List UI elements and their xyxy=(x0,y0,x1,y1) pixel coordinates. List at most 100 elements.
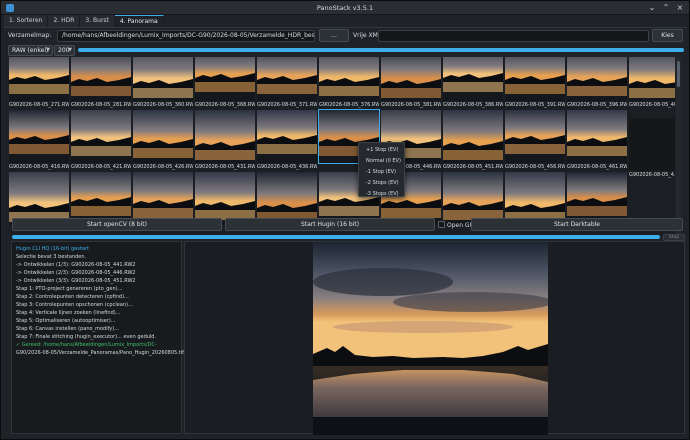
maximize-icon[interactable]: ⌃ xyxy=(661,3,671,13)
thumbnail-image xyxy=(567,110,627,163)
choose-button[interactable]: Kies xyxy=(652,29,683,42)
thumbnail-item[interactable]: G902026-08-05_431.RW2 xyxy=(195,110,255,172)
xmp-field[interactable] xyxy=(378,30,649,42)
log-line: Stap 7: Finale stitching (hugin_executor… xyxy=(16,334,157,340)
thumbnail-item[interactable]: G902026-08-05_271.RW2 xyxy=(9,57,69,110)
thumbnail-caption: G902026-08-05_461.RW2 xyxy=(567,164,627,170)
thumb-size-select[interactable]: 200 ▼ xyxy=(54,45,75,56)
thumbnail-image xyxy=(505,110,565,163)
thumbnail-item[interactable]: G902026-08-05_360.RW2 xyxy=(133,57,193,110)
tab-hdr[interactable]: 2. HDR xyxy=(48,15,81,27)
thumbnail-caption: G902026-08-05_456.RW2 xyxy=(505,164,565,170)
thumbnail-caption: G902026-08-05_401... xyxy=(629,102,675,108)
start-hugin-button[interactable]: Start Hugin (16 bit) xyxy=(225,218,435,231)
thumbnail-item[interactable]: G902026-08-05_421.RW2 xyxy=(71,110,131,172)
thumbnail-caption: G902026-08-05_360.RW2 xyxy=(133,102,193,108)
thumbnail-image xyxy=(257,57,317,101)
stop-button[interactable]: Stop xyxy=(663,234,685,241)
file-type-select[interactable]: RAW (enkel) ▼ xyxy=(8,45,53,56)
thumbnail-image xyxy=(443,110,503,163)
thumbnail-image xyxy=(505,57,565,101)
thumbnail-image xyxy=(195,110,255,163)
log-line: Stap 3: Controlepunten opschonen (cpclea… xyxy=(16,302,133,308)
tab-sorteren[interactable]: 1. Sorteren xyxy=(4,15,49,27)
log-line: -> Ontwikkelen (3/3): G902026-08-05_451.… xyxy=(16,278,136,284)
menu-item-minus1[interactable]: -1 Stop (EV) xyxy=(359,167,404,178)
thumbnail-item[interactable]: G902026-08-05_401... xyxy=(629,57,675,110)
log-line: -> Ontwikkelen (2/3): G902026-08-05_446.… xyxy=(16,270,136,276)
load-progress-bar xyxy=(78,48,684,52)
vertical-scrollbar[interactable] xyxy=(676,57,681,237)
thumbnail-item[interactable]: G902026-08-05_456.RW2 xyxy=(505,110,565,172)
menu-item-minus2[interactable]: -2 Stops (EV) xyxy=(359,178,404,189)
thumbnail-image xyxy=(319,57,379,101)
thumbnail-side[interactable]: G902026-08-05_4... xyxy=(629,118,675,180)
thumbnail-item[interactable]: G902026-08-05_376.RW2 xyxy=(319,57,379,110)
exposure-context-menu: +1 Stop (EV) Normal (0 EV) -1 Stop (EV) … xyxy=(358,142,405,197)
thumbnail-caption: G902026-08-05_421.RW2 xyxy=(71,164,131,170)
thumbnail-item[interactable]: G902026-08-05_426.RW2 xyxy=(133,110,193,172)
thumbnail-caption: G902026-08-05_386.RW2 xyxy=(443,102,503,108)
thumbnail-item[interactable]: G902026-08-05_381.RW2 xyxy=(381,57,441,110)
log-line: Selectie bevat 3 bestanden. xyxy=(16,254,87,260)
thumbnail-image xyxy=(133,110,193,163)
thumbnail-item[interactable]: G902026-08-05_386.RW2 xyxy=(443,57,503,110)
browse-button[interactable]: ... xyxy=(319,29,349,42)
thumbnail-item[interactable]: G902026-08-05_451.RW2 xyxy=(443,110,503,172)
thumbnail-image xyxy=(71,110,131,163)
thumbnail-item[interactable]: G902026-08-05_461.RW2 xyxy=(567,110,627,172)
menu-item-normal[interactable]: Normal (0 EV) xyxy=(359,156,404,167)
chevron-down-icon: ▼ xyxy=(68,47,72,53)
thumbnail-caption: G902026-08-05_4... xyxy=(629,172,675,178)
thumbnail-item[interactable]: G902026-08-05_416.RW2 xyxy=(9,110,69,172)
thumbnail-caption: G902026-08-05_436.RW2 xyxy=(257,164,317,170)
thumbnail-image xyxy=(443,57,503,101)
tab-burst[interactable]: 3. Burst xyxy=(80,15,115,27)
thumbnail-item[interactable]: G902026-08-05_391.RW2 xyxy=(505,57,565,110)
log-output[interactable]: Hugin CLI HQ (16-bit) gestart Selectie be… xyxy=(11,241,184,434)
log-line: Stap 4: Verticale lijnen zoeken (linefin… xyxy=(16,310,121,316)
thumbnail-caption: G902026-08-05_391.RW2 xyxy=(505,102,565,108)
log-line: Stap 2: Controlepunten detecteren (cpfin… xyxy=(16,294,129,300)
start-opencv-button[interactable]: Start openCV (8 bit) xyxy=(12,218,222,231)
tab-panorama[interactable]: 4. Panorama xyxy=(114,15,164,27)
thumbnail-grid[interactable]: G902026-08-05_271.RW2 G902026-08-05_281.R… xyxy=(9,57,675,237)
thumbnail-image xyxy=(9,110,69,163)
menu-item-minus3[interactable]: -3 Stops (EV) xyxy=(359,189,404,200)
open-gui-checkbox[interactable] xyxy=(438,221,445,228)
thumbnail-item[interactable]: G902026-08-05_368.RW2 xyxy=(195,57,255,110)
thumbnail-caption: G902026-08-05_376.RW2 xyxy=(319,102,379,108)
folder-path-field[interactable]: /home/hans/Afbeeldingen/Lumix_Imports/DC… xyxy=(57,30,315,42)
thumbnail-item[interactable]: G902026-08-05_396.RW2 xyxy=(567,57,627,110)
sunset-panorama-image xyxy=(313,242,548,435)
folder-label: Verzamelmap: xyxy=(8,32,52,39)
minimize-icon[interactable]: ⌄ xyxy=(647,3,657,13)
menu-item-plus1[interactable]: +1 Stop (EV) xyxy=(359,145,404,156)
thumbnail-caption: G902026-08-05_368.RW2 xyxy=(195,102,255,108)
process-progress-bar xyxy=(12,235,660,239)
thumbnail-item[interactable]: G902026-08-05_436.RW2 xyxy=(257,110,317,172)
file-type-value: RAW (enkel) xyxy=(12,47,49,54)
thumbnail-caption: G902026-08-05_281.RW2 xyxy=(71,102,131,108)
window-title: PanoStack v3.5.1 xyxy=(316,4,374,12)
thumbnail-caption: G902026-08-05_416.RW2 xyxy=(9,164,69,170)
start-darktable-button[interactable]: Start Darktable xyxy=(471,218,683,231)
log-line: Hugin CLI HQ (16-bit) gestart xyxy=(16,246,89,252)
tab-bar: 1. Sorteren 2. HDR 3. Burst 4. Panorama xyxy=(4,15,164,27)
log-line: -> Ontwikkelen (1/3): G902026-08-05_441.… xyxy=(16,262,136,268)
thumbnail-image xyxy=(629,57,675,101)
log-line: ✓ Gereed: /home/hans/Afbeeldingen/Lumix_… xyxy=(16,342,157,348)
scrollbar-handle[interactable] xyxy=(677,61,680,87)
thumbnail-image xyxy=(567,57,627,101)
thumbnail-caption: G902026-08-05_426.RW2 xyxy=(133,164,193,170)
thumbnail-item[interactable]: G902026-08-05_371.RW2 xyxy=(257,57,317,110)
thumbnail-image xyxy=(9,57,69,101)
preview-panel xyxy=(184,241,685,435)
thumbnail-image xyxy=(71,57,131,101)
panorama-preview-image xyxy=(313,242,548,435)
log-line: Stap 6: Canvas instellen (pano_modify)..… xyxy=(16,326,119,332)
thumbnail-item[interactable]: G902026-08-05_281.RW2 xyxy=(71,57,131,110)
log-line: Stap 5: Optimaliseren (autooptimiser)... xyxy=(16,318,116,324)
thumbnail-caption: G902026-08-05_451.RW2 xyxy=(443,164,503,170)
close-icon[interactable]: × xyxy=(675,3,685,13)
